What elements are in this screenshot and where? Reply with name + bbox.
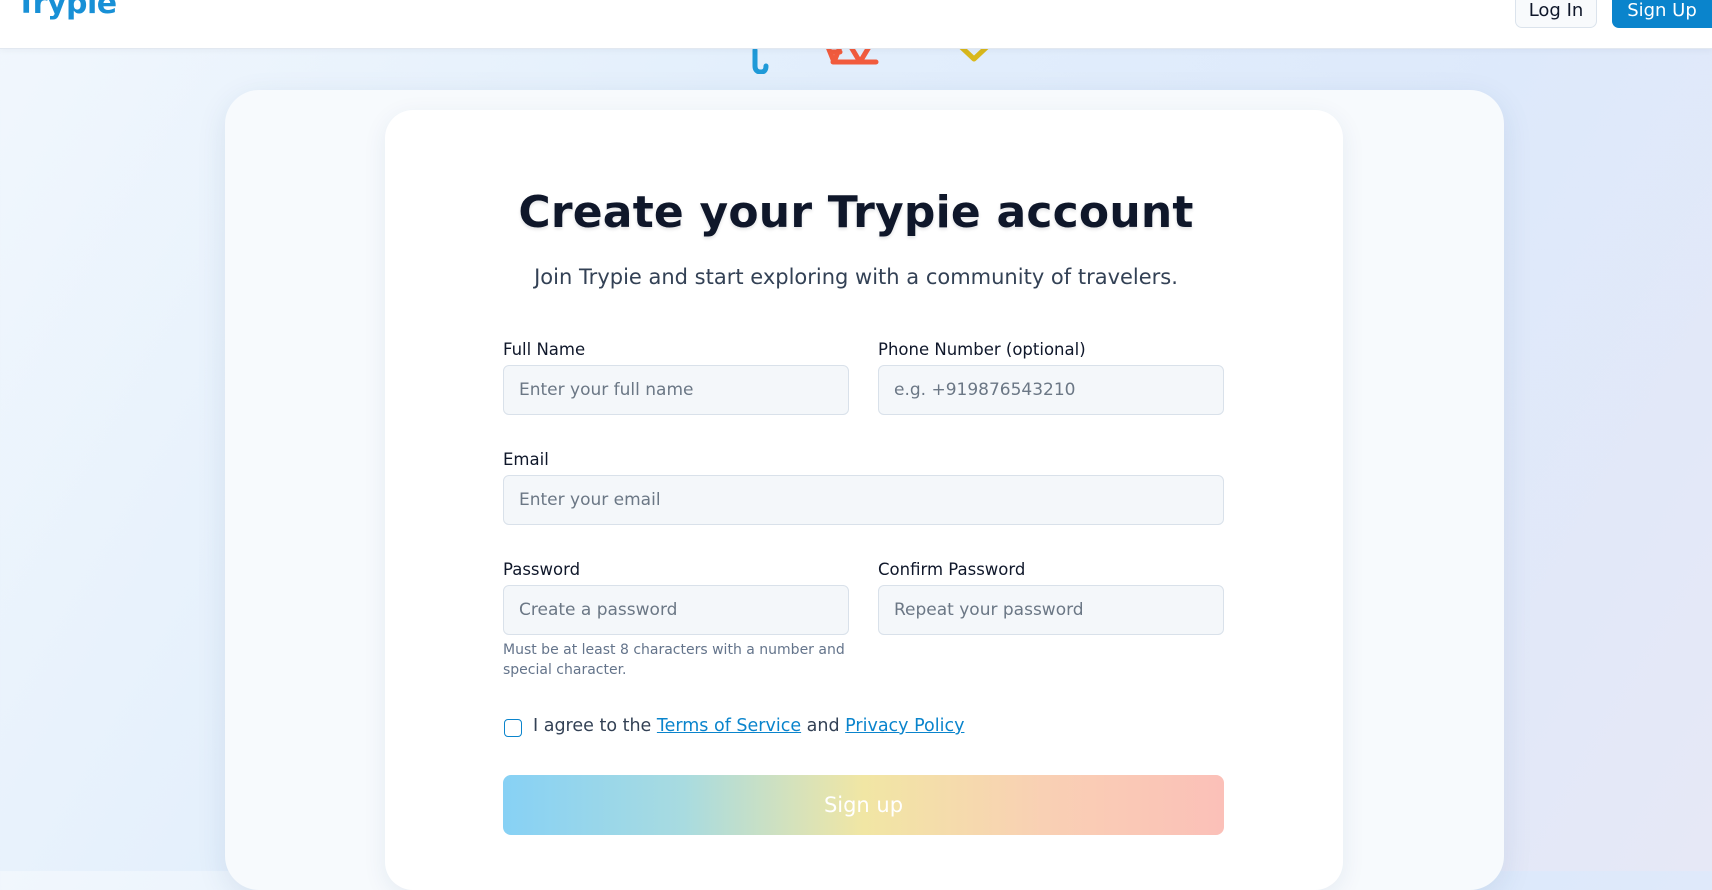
confirm-password-label: Confirm Password <box>878 560 1026 579</box>
login-button[interactable]: Log In <box>1515 0 1597 28</box>
password-input[interactable] <box>503 585 849 635</box>
agree-prefix: I agree to the <box>533 716 657 736</box>
agree-checkbox[interactable] <box>504 719 522 737</box>
email-input[interactable] <box>503 475 1224 525</box>
page-subtitle: Join Trypie and start exploring with a c… <box>534 265 1178 289</box>
page-title: Create your Trypie account <box>518 187 1194 238</box>
password-label: Password <box>503 560 581 579</box>
terms-link[interactable]: Terms of Service <box>657 716 801 736</box>
phone-label: Phone Number (optional) <box>878 340 1086 359</box>
email-label: Email <box>503 450 549 469</box>
full-name-input[interactable] <box>503 365 849 415</box>
full-name-label: Full Name <box>503 340 586 359</box>
umbrella-icon <box>752 47 769 74</box>
signup-nav-button[interactable]: Sign Up <box>1612 0 1712 28</box>
phone-input[interactable] <box>878 365 1224 415</box>
password-hint: Must be at least 8 characters with a num… <box>503 642 845 678</box>
top-navbar: Trypie Log In Sign Up <box>0 0 1712 49</box>
privacy-link[interactable]: Privacy Policy <box>845 716 964 736</box>
logo[interactable]: Trypie <box>16 0 117 21</box>
agree-text: I agree to the Terms of Service and Priv… <box>533 716 964 736</box>
agree-middle: and <box>801 716 846 736</box>
submit-signup-button[interactable]: Sign up <box>503 775 1224 835</box>
confirm-password-input[interactable] <box>878 585 1224 635</box>
